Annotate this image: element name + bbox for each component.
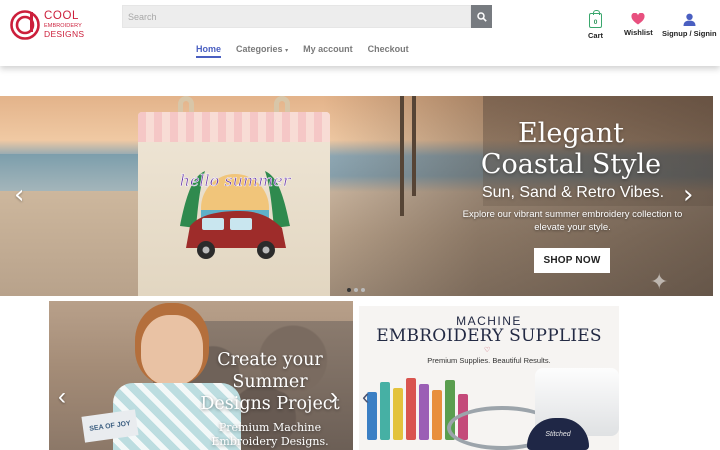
thread-spool	[432, 390, 442, 440]
thread-spool	[406, 378, 416, 440]
nav-categories[interactable]: Categories ▾	[236, 44, 288, 58]
tote-bag-image: hello summer	[138, 96, 330, 296]
hero-prev-arrow[interactable]: ‹	[14, 182, 24, 208]
site-logo[interactable]: COOL EMBROIDERY DESIGNS	[10, 10, 84, 40]
girl-photo-head	[141, 315, 203, 385]
carousel-dot[interactable]	[347, 288, 351, 292]
search-input[interactable]	[122, 5, 471, 28]
search-bar	[122, 5, 492, 28]
account-label: Signup / Signin	[662, 29, 717, 38]
main-nav: Home Categories ▾ My account Checkout	[196, 44, 409, 58]
promo-right-prev-arrow[interactable]: ‹	[362, 386, 369, 408]
logo-line-1: COOL	[44, 10, 79, 22]
shop-now-button[interactable]: SHOP NOW	[534, 248, 610, 273]
thread-spool	[380, 382, 390, 440]
promo-summer-title: Create your Summer Designs Project	[200, 350, 340, 414]
hero-subtitle: Sun, Sand & Retro Vibes.	[481, 184, 665, 201]
cart-button[interactable]: 0 Cart	[588, 10, 604, 40]
hero-description: Explore our vibrant summer embroidery co…	[462, 209, 683, 233]
nav-my-account[interactable]: My account	[303, 44, 353, 58]
chevron-down-icon: ▾	[285, 48, 289, 54]
shopping-bag-icon: 0	[589, 10, 602, 28]
carousel-dot[interactable]	[354, 288, 358, 292]
summer-car-embroidery-icon: hello summer	[179, 171, 292, 259]
nav-home[interactable]: Home	[196, 44, 222, 58]
hero-banner[interactable]: hello summer ‹ › Elegant Coastal Style S…	[0, 96, 713, 296]
nav-checkout[interactable]: Checkout	[368, 44, 409, 58]
thread-spool	[393, 388, 403, 440]
promo-left-prev-arrow[interactable]: ‹	[58, 385, 66, 409]
heart-icon	[631, 13, 645, 25]
user-icon	[683, 13, 696, 26]
wishlist-label: Wishlist	[624, 28, 653, 37]
thread-spool	[419, 384, 429, 440]
nav-categories-label: Categories	[236, 44, 283, 54]
sparkle-icon: ✦	[650, 269, 669, 294]
carousel-dot[interactable]	[361, 288, 365, 292]
logo-mark-icon	[10, 10, 40, 40]
promo-card-supplies[interactable]: MACHINE EMBROIDERY SUPPLIES ♡ Premium Su…	[359, 306, 619, 450]
wishlist-button[interactable]: Wishlist	[624, 13, 653, 37]
promo-card-summer[interactable]: SEA OF JOY Create your Summer Designs Pr…	[49, 301, 353, 450]
cart-label: Cart	[588, 31, 604, 40]
carousel-dots	[347, 288, 365, 292]
hero-next-arrow[interactable]: ›	[683, 182, 693, 208]
promo-supplies-title: EMBROIDERY SUPPLIES	[376, 326, 602, 346]
promo-summer-subtitle: Premium Machine Embroidery Designs.	[211, 421, 329, 448]
heart-divider-icon: ♡	[484, 347, 491, 354]
hero-title: Elegant Coastal Style	[480, 118, 662, 180]
promo-supplies-tagline: Premium Supplies. Beautiful Results.	[427, 356, 551, 365]
site-header: COOL EMBROIDERY DESIGNS Home Categories …	[0, 0, 720, 66]
cart-count: 0	[593, 19, 598, 26]
bag-embroidery-text: hello summer	[180, 171, 292, 190]
account-button[interactable]: Signup / Signin	[662, 13, 717, 38]
search-button[interactable]	[471, 5, 492, 28]
tote-trim	[138, 112, 330, 142]
search-icon	[476, 11, 487, 22]
promo-left-next-arrow[interactable]: ›	[330, 385, 338, 409]
logo-line-3: DESIGNS	[44, 29, 85, 39]
